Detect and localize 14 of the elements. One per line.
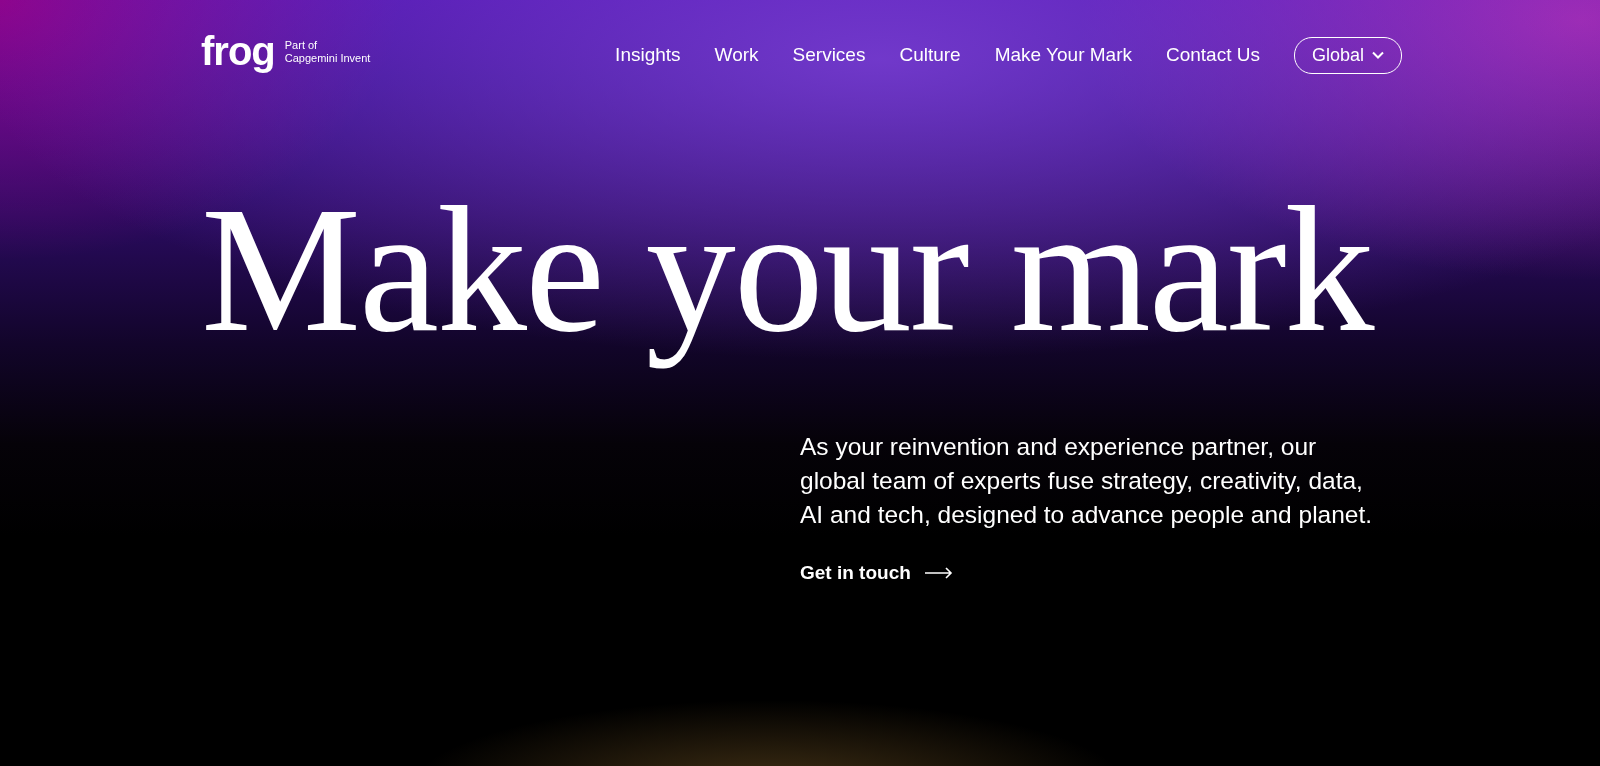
nav-link[interactable]: Make Your Mark [994,44,1132,66]
nav-link[interactable]: Work [714,44,759,66]
hero-headline: Make your mark [201,169,1373,371]
region-dropdown[interactable]: Global [1293,36,1402,74]
nav-link[interactable]: Culture [899,44,961,66]
chevron-down-icon [1372,51,1384,59]
logo-tagline: Part of Capgemini Invent [284,39,371,65]
nav-link[interactable]: Services [792,44,866,66]
logo-wordmark: frog [201,31,275,71]
nav-link[interactable]: Contact Us [1166,44,1260,66]
get-in-touch-link[interactable]: Get in touch [800,562,953,584]
hero-intro: As your reinvention and experience partner, our global team of experts fuse strategy, creativity, data, AI and tech, designed to advance people and planet. [800,432,1373,530]
nav-link[interactable]: Insights [615,44,681,66]
arrow-right-icon [924,567,953,579]
